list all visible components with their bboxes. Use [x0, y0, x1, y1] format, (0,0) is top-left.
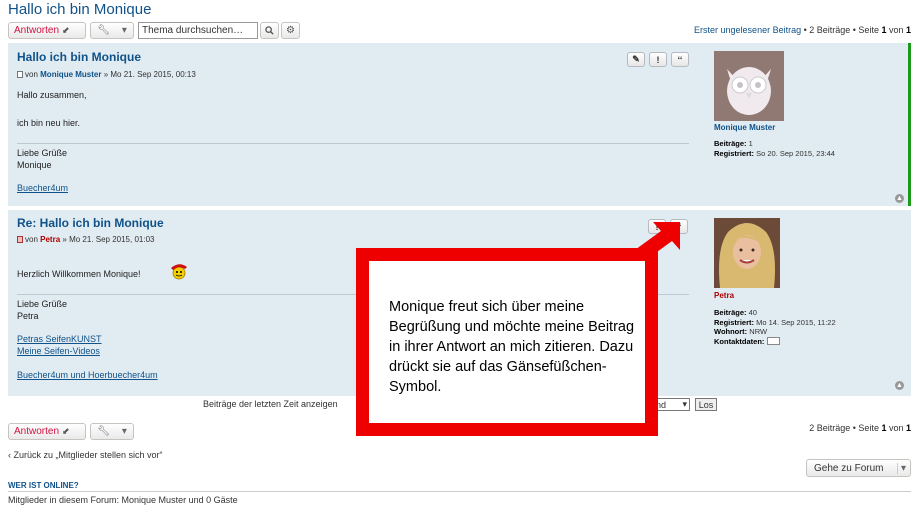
- online-text: Mitglieder in diesem Forum: Monique Must…: [8, 495, 238, 505]
- post-title[interactable]: Hallo ich bin Monique: [17, 50, 141, 64]
- advanced-search-button[interactable]: ⚙: [281, 22, 300, 39]
- by-label: von: [25, 70, 38, 79]
- quote-icon: ‘‘: [677, 54, 683, 65]
- author-link[interactable]: Monique Muster: [40, 70, 101, 79]
- registered-date: Mo 14. Sep 2015, 11:22: [756, 317, 836, 327]
- page-label: • Seite: [850, 25, 882, 35]
- author-link[interactable]: Petra: [40, 235, 60, 244]
- registered-label: Registriert:: [714, 149, 755, 158]
- reply-button[interactable]: Antworten ⬋: [8, 22, 86, 39]
- filter-label: Beiträge der letzten Zeit anzeigen: [203, 399, 338, 409]
- jump-to-forum-button[interactable]: Gehe zu Forum ▾: [806, 459, 911, 477]
- reply-button-bottom[interactable]: Antworten ⬋: [8, 423, 86, 440]
- pagination-bottom: 2 Beiträge • Seite 1 von 1: [809, 423, 911, 433]
- post-icon: [17, 236, 23, 243]
- posts-count[interactable]: 40: [749, 308, 757, 317]
- back-to-top-icon[interactable]: ▲: [895, 381, 904, 390]
- post-count: 2 Beiträge: [809, 25, 851, 35]
- annotation-box: Monique freut sich über meine Begrüßung …: [356, 248, 658, 436]
- posts-label: Beiträge:: [714, 139, 747, 148]
- online-divider: [8, 491, 911, 492]
- post-author-line: von Petra » Mo 21. Sep 2015, 01:03: [17, 235, 154, 244]
- post-title[interactable]: Re: Hallo ich bin Monique: [17, 216, 164, 230]
- total-pages: 1: [905, 25, 911, 35]
- tools-dropdown[interactable]: 🔧︎ ▾: [90, 22, 134, 39]
- caret-down-icon: ▾: [682, 399, 687, 409]
- signature-link[interactable]: Meine Seifen-Videos: [17, 346, 100, 356]
- gear-icon: ⚙: [286, 25, 295, 36]
- posts-label: Beiträge:: [714, 308, 747, 317]
- search-icon: [265, 26, 274, 35]
- profile-info: Beiträge: 1 Registriert: So 20. Sep 2015…: [714, 139, 835, 159]
- signature-link[interactable]: Buecher4um und Hoerbuecher4um: [17, 370, 158, 380]
- reply-button-label: Antworten: [14, 25, 60, 36]
- reply-arrow-icon: ⬋: [62, 25, 70, 35]
- signature-link[interactable]: Buecher4um: [17, 183, 68, 193]
- signature-divider: [17, 143, 689, 144]
- search-input[interactable]: [138, 22, 258, 39]
- page-label: • Seite: [850, 423, 882, 433]
- of-label: von: [886, 423, 906, 433]
- post-content-line: Herzlich Willkommen Monique!: [17, 269, 141, 279]
- total-pages: 1: [905, 423, 911, 433]
- signature-line: Petra: [17, 311, 39, 321]
- post-count: 2 Beiträge: [809, 423, 851, 433]
- post-buttons: ✎ ! ‘‘: [627, 52, 689, 67]
- post-author-line: von Monique Muster » Mo 21. Sep 2015, 00…: [17, 70, 196, 79]
- page-title[interactable]: Hallo ich bin Monique: [8, 1, 151, 18]
- quote-button[interactable]: ‘‘: [671, 52, 689, 67]
- caret-down-icon: ▾: [896, 462, 906, 474]
- avatar[interactable]: [714, 218, 780, 288]
- online-heading: WER IST ONLINE?: [8, 481, 79, 490]
- edit-button[interactable]: ✎: [627, 52, 645, 67]
- smiley-icon: [171, 264, 187, 280]
- by-label: von: [25, 235, 38, 244]
- signature-line: Liebe Grüße: [17, 299, 68, 309]
- location-value: NRW: [749, 327, 768, 336]
- signature-link[interactable]: Petras SeifenKUNST: [17, 334, 102, 344]
- back-to-top-icon[interactable]: ▲: [895, 194, 904, 203]
- post-content-line: Hallo zusammen,: [17, 90, 87, 100]
- registered-date: So 20. Sep 2015, 23:44: [756, 149, 835, 158]
- report-icon: !: [656, 54, 660, 65]
- jump-label: Gehe zu Forum: [814, 462, 884, 474]
- signature-line: Monique: [17, 160, 52, 170]
- pagination-top: Erster ungelesener Beitrag • 2 Beiträge …: [694, 25, 911, 35]
- of-label: von: [886, 25, 906, 35]
- search-button[interactable]: [260, 22, 279, 39]
- go-button[interactable]: Los: [695, 398, 717, 411]
- contact-icon[interactable]: [766, 336, 780, 345]
- profile-username[interactable]: Monique Muster: [714, 123, 775, 132]
- contact-label: Kontaktdaten:: [714, 336, 765, 346]
- post-icon: [17, 71, 23, 78]
- reply-button-label: Antworten: [14, 426, 60, 437]
- posts-count[interactable]: 1: [749, 139, 753, 148]
- caret-down-icon: ▾: [121, 426, 127, 437]
- post: Hallo ich bin Monique von Monique Muster…: [8, 43, 911, 206]
- caret-down-icon: ▾: [121, 25, 127, 36]
- location-label: Wohnort:: [714, 327, 748, 336]
- post-date: » Mo 21. Sep 2015, 01:03: [62, 235, 155, 244]
- profile-info: Beiträge: 40 Registriert: Mo 14. Sep 201…: [714, 308, 836, 346]
- signature-line: Liebe Grüße: [17, 148, 68, 158]
- profile-username[interactable]: Petra: [714, 291, 734, 300]
- reply-arrow-icon: ⬋: [62, 426, 70, 436]
- report-button[interactable]: !: [649, 52, 667, 67]
- avatar[interactable]: [714, 51, 784, 121]
- annotation-text: Monique freut sich über meine Begrüßung …: [389, 299, 635, 395]
- tools-dropdown-bottom[interactable]: 🔧︎ ▾: [90, 423, 134, 440]
- pencil-icon: ✎: [632, 54, 640, 64]
- registered-label: Registriert:: [714, 317, 755, 327]
- wrench-icon: 🔧︎: [97, 25, 110, 36]
- first-unread-link[interactable]: Erster ungelesener Beitrag: [694, 25, 801, 35]
- post-content-line: ich bin neu hier.: [17, 118, 81, 128]
- back-link[interactable]: ‹ Zurück zu „Mitglieder stellen sich vor…: [8, 450, 163, 460]
- wrench-icon: 🔧︎: [97, 426, 110, 437]
- post-date: » Mo 21. Sep 2015, 00:13: [103, 70, 196, 79]
